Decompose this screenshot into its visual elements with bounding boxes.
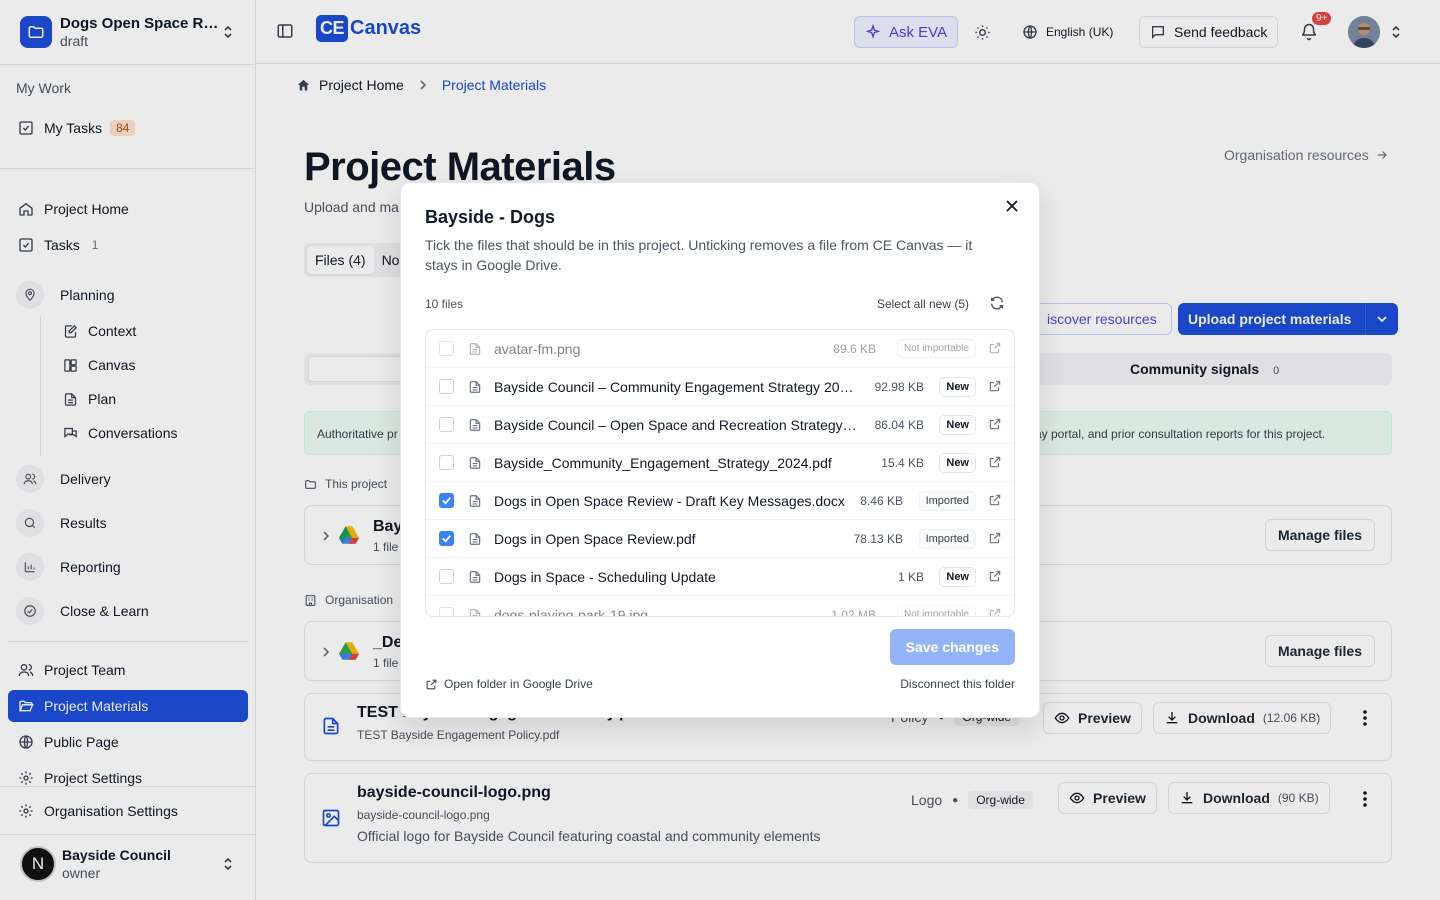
- document-icon: [468, 341, 482, 362]
- file-row[interactable]: Dogs in Open Space Review.pdf 78.13 KB Imp…: [426, 520, 1014, 558]
- file-checkbox[interactable]: [439, 569, 454, 584]
- document-icon: [468, 607, 482, 616]
- external-link-icon: [426, 679, 437, 689]
- file-row[interactable]: avatar-fm.png 89.6 KB Not importable: [426, 330, 1014, 368]
- external-link-icon[interactable]: [988, 493, 1002, 512]
- file-row[interactable]: dogs-playing-park-19.jpg 1.02 MB Not impor…: [426, 596, 1014, 617]
- file-status-badge: New: [939, 566, 976, 587]
- file-status-badge: Not importable: [896, 605, 976, 616]
- file-size: 15.4 KB: [881, 455, 924, 470]
- file-size: 1.02 MB: [831, 607, 876, 617]
- external-link-icon[interactable]: [988, 607, 1002, 616]
- file-size: 8.46 KB: [860, 493, 903, 508]
- refresh-icon[interactable]: [989, 295, 1005, 316]
- external-link-icon[interactable]: [988, 455, 1002, 474]
- file-size: 1 KB: [897, 569, 924, 584]
- file-name: avatar-fm.png: [494, 340, 581, 357]
- open-folder-label: Open folder in Google Drive: [444, 677, 593, 691]
- save-changes-button[interactable]: Save changes: [889, 629, 1015, 665]
- external-link-icon[interactable]: [988, 417, 1002, 436]
- disconnect-folder-button[interactable]: Disconnect this folder: [900, 677, 1015, 691]
- document-icon: [468, 531, 482, 552]
- dialog-description: Tick the files that should be in this pr…: [425, 237, 973, 273]
- document-icon: [468, 379, 482, 400]
- close-icon[interactable]: [1005, 199, 1023, 217]
- file-checkbox[interactable]: [439, 379, 454, 394]
- manage-files-dialog: Bayside - Dogs Tick the files that shoul…: [400, 182, 1040, 718]
- file-checkbox: [439, 607, 454, 616]
- file-status-badge: New: [939, 376, 976, 397]
- file-row[interactable]: Bayside Council – Community Engagement S…: [426, 368, 1014, 406]
- file-count: 10 files: [425, 297, 464, 311]
- file-checkbox: [439, 341, 454, 356]
- file-status-badge: New: [939, 414, 976, 435]
- file-name: dogs-playing-park-19.jpg: [494, 606, 649, 617]
- file-row[interactable]: Bayside Council – Open Space and Recreat…: [426, 406, 1014, 444]
- file-size: 92.98 KB: [874, 379, 924, 394]
- document-icon: [468, 493, 482, 514]
- external-link-icon[interactable]: [988, 379, 1002, 398]
- file-name: Dogs in Open Space Review.pdf: [494, 530, 696, 547]
- file-list[interactable]: avatar-fm.png 89.6 KB Not importable Baysid…: [425, 329, 1015, 617]
- file-status-badge: Imported: [918, 528, 976, 549]
- external-link-icon[interactable]: [988, 531, 1002, 550]
- file-name: Bayside Council – Community Engagement S…: [494, 378, 860, 395]
- file-row[interactable]: Bayside_Community_Engagement_Strategy_20…: [426, 444, 1014, 482]
- open-folder-in-drive-link[interactable]: Open folder in Google Drive: [425, 677, 593, 691]
- file-name: Dogs in Space - Scheduling Update: [494, 568, 716, 585]
- file-size: 86.04 KB: [874, 417, 924, 432]
- file-checkbox[interactable]: [439, 531, 454, 546]
- file-row[interactable]: Dogs in Space - Scheduling Update 1 KB New: [426, 558, 1014, 596]
- file-checkbox[interactable]: [439, 493, 454, 508]
- file-status-badge: Imported: [918, 490, 976, 511]
- document-icon: [468, 455, 482, 476]
- file-status-badge: New: [939, 452, 976, 473]
- select-all-new-button[interactable]: Select all new (5): [877, 297, 969, 311]
- dialog-title: Bayside - Dogs: [425, 207, 556, 227]
- file-name: Bayside Council – Open Space and Recreat…: [494, 416, 860, 433]
- file-size: 78.13 KB: [853, 531, 903, 546]
- file-checkbox[interactable]: [439, 455, 454, 470]
- document-icon: [468, 417, 482, 438]
- file-size: 89.6 KB: [833, 341, 876, 356]
- external-link-icon[interactable]: [988, 341, 1002, 360]
- file-name: Bayside_Community_Engagement_Strategy_20…: [494, 454, 832, 471]
- file-checkbox[interactable]: [439, 417, 454, 432]
- file-name: Dogs in Open Space Review - Draft Key Me…: [494, 492, 845, 509]
- document-icon: [468, 569, 482, 590]
- file-row[interactable]: Dogs in Open Space Review - Draft Key Me…: [426, 482, 1014, 520]
- file-status-badge: Not importable: [896, 339, 976, 358]
- external-link-icon[interactable]: [988, 569, 1002, 588]
